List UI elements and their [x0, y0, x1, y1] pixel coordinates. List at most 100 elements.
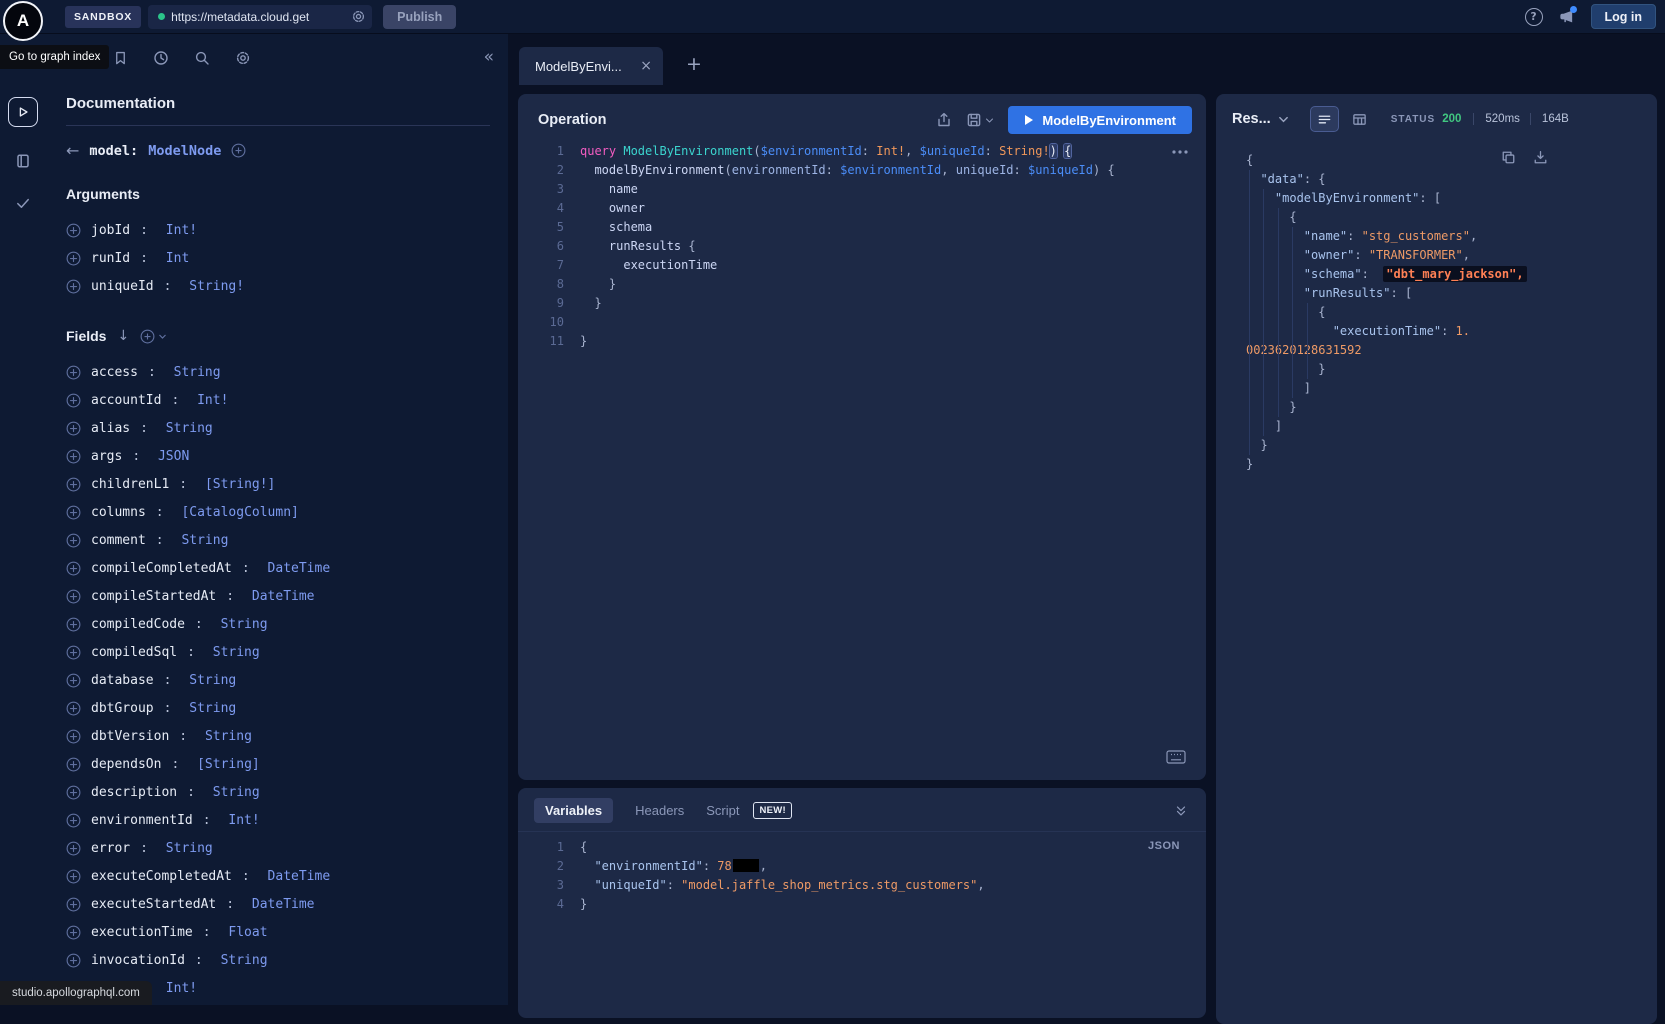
field-type[interactable]: String!	[189, 279, 244, 294]
add-to-query-icon[interactable]	[66, 841, 81, 856]
collapse-bottom-panel-icon[interactable]	[1174, 804, 1188, 818]
tab-headers[interactable]: Headers	[635, 803, 684, 818]
add-to-query-icon[interactable]	[66, 757, 81, 772]
field-type[interactable]: String	[189, 701, 236, 716]
field-type[interactable]: String	[213, 645, 260, 660]
doc-field-row[interactable]: environmentId: Int!	[66, 806, 490, 834]
keyboard-shortcuts-icon[interactable]	[1166, 750, 1186, 764]
operation-editor[interactable]: 1query ModelByEnvironment($environmentId…	[518, 142, 1200, 351]
add-all-fields-icon[interactable]	[140, 329, 167, 344]
field-type[interactable]: [CatalogColumn]	[181, 505, 298, 520]
field-type[interactable]: String	[174, 365, 221, 380]
add-to-query-icon[interactable]	[66, 477, 81, 492]
run-operation-button[interactable]: ModelByEnvironment	[1008, 106, 1192, 134]
field-type[interactable]: String	[166, 421, 213, 436]
explorer-nav-button[interactable]	[8, 97, 38, 127]
doc-field-row[interactable]: uniqueId: String!	[66, 272, 490, 300]
doc-field-row[interactable]: database: String	[66, 666, 490, 694]
history-icon[interactable]	[153, 50, 169, 66]
add-to-query-icon[interactable]	[66, 869, 81, 884]
add-to-query-icon[interactable]	[66, 589, 81, 604]
add-to-query-icon[interactable]	[66, 393, 81, 408]
doc-field-row[interactable]: compiledSql: String	[66, 638, 490, 666]
add-to-query-icon[interactable]	[66, 813, 81, 828]
tab-script[interactable]: Script	[706, 803, 739, 818]
doc-field-row[interactable]: jobId: Int!	[66, 216, 490, 244]
doc-field-row[interactable]: description: String	[66, 778, 490, 806]
breadcrumb-type[interactable]: ModelNode	[148, 143, 221, 159]
operation-tab[interactable]: ModelByEnvi... ×	[519, 47, 663, 85]
doc-field-row[interactable]: error: String	[66, 834, 490, 862]
doc-field-row[interactable]: dbtVersion: String	[66, 722, 490, 750]
back-icon[interactable]: ←	[66, 141, 79, 160]
field-type[interactable]: String	[221, 617, 268, 632]
field-type[interactable]: String	[189, 673, 236, 688]
add-to-query-icon[interactable]	[66, 251, 81, 266]
field-type[interactable]: Int	[166, 251, 189, 266]
field-type[interactable]: DateTime	[268, 869, 331, 884]
response-title-dropdown[interactable]: Res...	[1232, 111, 1289, 127]
search-icon[interactable]	[194, 50, 210, 66]
field-type[interactable]: DateTime	[252, 897, 315, 912]
doc-field-row[interactable]: invocationId: String	[66, 946, 490, 974]
save-icon[interactable]	[966, 112, 994, 128]
doc-field-row[interactable]: args: JSON	[66, 442, 490, 470]
add-type-icon[interactable]	[231, 143, 246, 158]
checks-nav-button[interactable]	[15, 195, 31, 211]
add-to-query-icon[interactable]	[66, 223, 81, 238]
doc-field-row[interactable]: access: String	[66, 358, 490, 386]
doc-field-row[interactable]: compiledCode: String	[66, 610, 490, 638]
connection-settings-icon[interactable]	[351, 9, 366, 24]
add-to-query-icon[interactable]	[66, 561, 81, 576]
add-to-query-icon[interactable]	[66, 729, 81, 744]
field-type[interactable]: Int!	[197, 393, 228, 408]
doc-field-row[interactable]: dbtGroup: String	[66, 694, 490, 722]
add-to-query-icon[interactable]	[66, 645, 81, 660]
doc-field-row[interactable]: alias: String	[66, 414, 490, 442]
saved-operations-icon[interactable]	[113, 50, 128, 66]
field-type[interactable]: [String!]	[205, 477, 275, 492]
add-to-query-icon[interactable]	[66, 925, 81, 940]
help-icon[interactable]: ?	[1525, 8, 1543, 26]
doc-field-row[interactable]: accountId: Int!	[66, 386, 490, 414]
close-tab-icon[interactable]: ×	[640, 58, 652, 74]
publish-button[interactable]: Publish	[383, 5, 456, 29]
field-type[interactable]: [String]	[197, 757, 260, 772]
doc-field-row[interactable]: executeStartedAt: DateTime	[66, 890, 490, 918]
doc-field-row[interactable]: compileCompletedAt: DateTime	[66, 554, 490, 582]
sort-icon[interactable]: ↓	[117, 328, 129, 344]
field-type[interactable]: JSON	[158, 449, 189, 464]
field-type[interactable]: String	[181, 533, 228, 548]
add-to-query-icon[interactable]	[66, 701, 81, 716]
add-to-query-icon[interactable]	[66, 505, 81, 520]
view-table-icon[interactable]	[1346, 107, 1373, 131]
field-type[interactable]: String	[213, 785, 260, 800]
announcements-icon[interactable]	[1559, 9, 1575, 24]
doc-field-row[interactable]: executeCompletedAt: DateTime	[66, 862, 490, 890]
new-tab-icon[interactable]: +	[686, 53, 702, 75]
schema-nav-button[interactable]	[15, 153, 31, 169]
response-json[interactable]: { "data": { "modelByEnvironment": [ { "n…	[1216, 148, 1657, 1024]
doc-field-row[interactable]: compileStartedAt: DateTime	[66, 582, 490, 610]
doc-field-row[interactable]: dependsOn: [String]	[66, 750, 490, 778]
field-type[interactable]: DateTime	[268, 561, 331, 576]
add-to-query-icon[interactable]	[66, 953, 81, 968]
add-to-query-icon[interactable]	[66, 279, 81, 294]
doc-field-row[interactable]: childrenL1: [String!]	[66, 470, 490, 498]
field-type[interactable]: Int!	[166, 981, 197, 996]
field-type[interactable]: DateTime	[252, 589, 315, 604]
add-to-query-icon[interactable]	[66, 365, 81, 380]
view-json-icon[interactable]	[1311, 107, 1338, 131]
add-to-query-icon[interactable]	[66, 673, 81, 688]
settings-icon[interactable]	[235, 50, 251, 66]
field-type[interactable]: Int!	[166, 223, 197, 238]
add-to-query-icon[interactable]	[66, 617, 81, 632]
field-type[interactable]: Float	[228, 925, 267, 940]
share-icon[interactable]	[936, 112, 952, 128]
doc-field-row[interactable]: runId: Int	[66, 244, 490, 272]
field-type[interactable]: String	[221, 953, 268, 968]
tab-variables[interactable]: Variables	[534, 798, 613, 823]
field-type[interactable]: String	[166, 841, 213, 856]
add-to-query-icon[interactable]	[66, 421, 81, 436]
add-to-query-icon[interactable]	[66, 533, 81, 548]
